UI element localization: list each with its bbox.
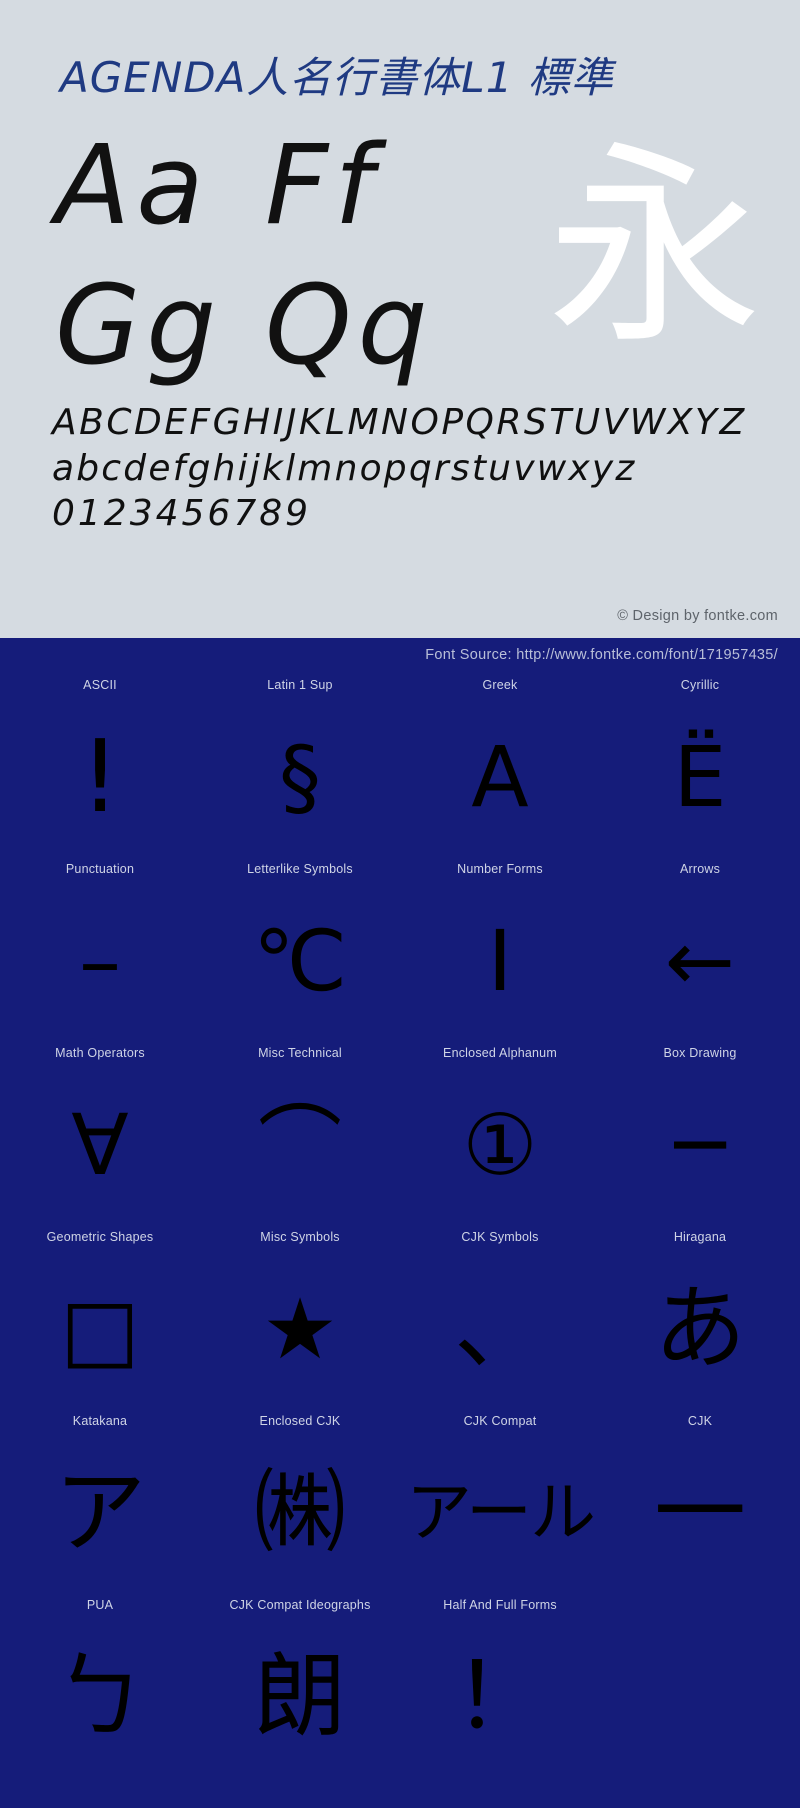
unicode-block-cell-box-drawing[interactable]: Box Drawing ─ bbox=[600, 1040, 800, 1224]
unicode-block-label: PUA bbox=[86, 1598, 114, 1612]
unicode-block-sample-glyph: あ bbox=[653, 1275, 746, 1382]
unicode-block-cell-number-forms[interactable]: Number Forms Ⅰ bbox=[400, 856, 600, 1040]
unicode-block-cell-cyrillic[interactable]: Cyrillic Ё bbox=[600, 672, 800, 856]
sample-pair-gg: Gg bbox=[55, 261, 223, 389]
unicode-block-cell-cjk-symbols[interactable]: CJK Symbols 、 bbox=[400, 1224, 600, 1408]
unicode-block-cell-latin-1-sup[interactable]: Latin 1 Sup § bbox=[200, 672, 400, 856]
unicode-block-sample-glyph: ! bbox=[79, 718, 121, 835]
font-source-link[interactable]: Font Source: http://www.fontke.com/font/… bbox=[0, 638, 800, 672]
unicode-block-cell-enclosed-cjk[interactable]: Enclosed CJK ㈱ bbox=[200, 1408, 400, 1592]
unicode-block-sample-glyph: 朗 bbox=[253, 1643, 346, 1750]
unicode-block-cell-letterlike-symbols[interactable]: Letterlike Symbols ℃ bbox=[200, 856, 400, 1040]
unicode-block-cell-half-and-full-forms[interactable]: Half And Full Forms ！ bbox=[400, 1592, 600, 1776]
unicode-block-label: Misc Technical bbox=[258, 1046, 342, 1060]
unicode-block-cell-cjk-compat-ideographs[interactable]: CJK Compat Ideographs 朗 bbox=[200, 1592, 400, 1776]
unicode-block-sample-glyph: ㈱ bbox=[253, 1459, 346, 1566]
unicode-block-label: Arrows bbox=[679, 862, 721, 876]
unicode-block-label: Misc Symbols bbox=[260, 1230, 340, 1244]
alphabet-sample-block: ABCDEFGHIJKLMNOPQRSTUVWXYZ abcdefghijklm… bbox=[52, 400, 752, 537]
unicode-block-cell-misc-symbols[interactable]: Misc Symbols ★ bbox=[200, 1224, 400, 1408]
unicode-block-sample-glyph: Ⅰ bbox=[487, 912, 513, 1010]
unicode-block-label: Greek bbox=[482, 678, 518, 692]
unicode-block-sample-glyph: § bbox=[279, 728, 321, 826]
unicode-block-label: Letterlike Symbols bbox=[247, 862, 353, 876]
unicode-block-sample-glyph: ℃ bbox=[252, 912, 348, 1010]
font-title: AGENDA人名行書体L1 標準 bbox=[60, 53, 614, 102]
unicode-block-sample-glyph: ㄅ bbox=[53, 1643, 146, 1750]
unicode-block-cell-arrows[interactable]: Arrows ← bbox=[600, 856, 800, 1040]
unicode-block-cell-misc-technical[interactable]: Misc Technical ⌒ bbox=[200, 1040, 400, 1224]
design-credit: © Design by fontke.com bbox=[617, 608, 778, 624]
unicode-block-cell-cjk-compat[interactable]: CJK Compat アール bbox=[400, 1408, 600, 1592]
sample-pair-row: Gg Qq bbox=[55, 270, 455, 410]
unicode-block-cell-geometric-shapes[interactable]: Geometric Shapes □ bbox=[0, 1224, 200, 1408]
unicode-block-label: Half And Full Forms bbox=[443, 1598, 557, 1612]
unicode-block-sample-glyph: ← bbox=[664, 912, 736, 1010]
unicode-block-label: Latin 1 Sup bbox=[267, 678, 333, 692]
unicode-block-sample-glyph: □ bbox=[60, 1280, 140, 1378]
digits-line: 0123456789 bbox=[52, 493, 312, 535]
sample-letter-pairs: Aa Ff Gg Qq bbox=[55, 130, 455, 410]
unicode-block-label: Box Drawing bbox=[663, 1046, 737, 1060]
unicode-block-label: Punctuation bbox=[65, 862, 135, 876]
sample-pair-aa: Aa bbox=[55, 121, 210, 249]
unicode-block-sample-glyph: ─ bbox=[674, 1096, 726, 1194]
unicode-block-label: Number Forms bbox=[457, 862, 543, 876]
unicode-block-label: Enclosed Alphanum bbox=[443, 1046, 557, 1060]
unicode-block-label: Hiragana bbox=[673, 1230, 727, 1244]
unicode-block-cell-hiragana[interactable]: Hiragana あ bbox=[600, 1224, 800, 1408]
unicode-block-cell-math-operators[interactable]: Math Operators ∀ bbox=[0, 1040, 200, 1224]
unicode-block-label: ASCII bbox=[83, 678, 117, 692]
unicode-block-sample-glyph: ① bbox=[462, 1096, 538, 1194]
unicode-block-label: Cyrillic bbox=[680, 678, 720, 692]
sample-pair-ff: Ff bbox=[265, 121, 379, 249]
unicode-block-sample-glyph: ア bbox=[53, 1459, 146, 1566]
unicode-block-label: CJK Compat Ideographs bbox=[229, 1598, 371, 1612]
unicode-block-grid: ASCII! Latin 1 Sup § Greek Α Cyrillic Ё Punctua… bbox=[0, 672, 800, 1776]
unicode-block-cell-cjk[interactable]: CJK 一 bbox=[600, 1408, 800, 1592]
unicode-block-cell-ascii[interactable]: ASCII! bbox=[0, 672, 200, 856]
unicode-block-cell-katakana[interactable]: Katakana ア bbox=[0, 1408, 200, 1592]
unicode-block-label: Katakana bbox=[72, 1414, 128, 1428]
unicode-block-sample-glyph: – bbox=[79, 912, 121, 1010]
unicode-block-label: Geometric Shapes bbox=[46, 1230, 154, 1244]
unicode-block-label: Enclosed CJK bbox=[259, 1414, 341, 1428]
lowercase-alphabet-line: abcdefghijklmnopqrstuvwxyz bbox=[52, 447, 637, 489]
font-specimen-panel: AGENDA人名行書体L1 標準 Aa Ff Gg Qq 永 ABCDEFGHI… bbox=[0, 0, 800, 638]
unicode-block-cell-greek[interactable]: Greek Α bbox=[400, 672, 600, 856]
unicode-block-label: Math Operators bbox=[55, 1046, 145, 1060]
sample-pair-qq: Qq bbox=[265, 261, 434, 389]
unicode-block-label: CJK Compat bbox=[463, 1414, 537, 1428]
unicode-block-label: CJK Symbols bbox=[461, 1230, 539, 1244]
unicode-blocks-panel: Font Source: http://www.fontke.com/font/… bbox=[0, 638, 800, 1808]
unicode-block-sample-glyph: Α bbox=[471, 728, 529, 826]
unicode-block-sample-glyph: ★ bbox=[262, 1280, 338, 1378]
uppercase-alphabet-line: ABCDEFGHIJKLMNOPQRSTUVWXYZ bbox=[52, 402, 747, 443]
unicode-block-cell-enclosed-alphanum[interactable]: Enclosed Alphanum ① bbox=[400, 1040, 600, 1224]
watermark-cjk-glyph: 永 bbox=[547, 122, 762, 373]
unicode-block-sample-glyph: ！ bbox=[453, 1643, 546, 1750]
unicode-block-sample-glyph: アール bbox=[405, 1474, 596, 1551]
unicode-block-sample-glyph: Ё bbox=[673, 728, 727, 826]
unicode-block-cell-pua[interactable]: PUA ㄅ bbox=[0, 1592, 200, 1776]
unicode-block-sample-glyph: 、 bbox=[453, 1275, 546, 1382]
sample-pair-row: Aa Ff bbox=[55, 130, 455, 270]
unicode-block-label: CJK bbox=[687, 1414, 713, 1428]
unicode-block-cell-punctuation[interactable]: Punctuation – bbox=[0, 856, 200, 1040]
unicode-block-sample-glyph: ⌒ bbox=[257, 1096, 342, 1194]
unicode-block-sample-glyph: ∀ bbox=[71, 1096, 129, 1194]
unicode-block-cell-empty bbox=[600, 1592, 800, 1776]
unicode-block-sample-glyph: 一 bbox=[653, 1459, 746, 1566]
